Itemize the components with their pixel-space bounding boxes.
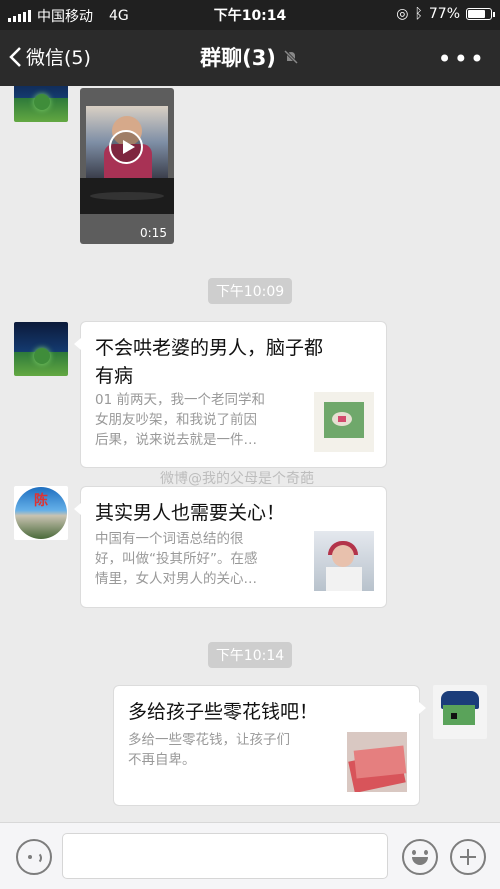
article-summary: 女朋友吵架，和我说了前因: [95, 412, 257, 428]
article-thumbnail: [314, 392, 374, 452]
voice-icon[interactable]: [16, 839, 52, 875]
emoji-icon[interactable]: [402, 839, 438, 875]
article-title: 多给孩子些零花钱吧！: [128, 701, 319, 723]
nav-bar: 微信(5) 群聊(3) •••: [0, 30, 500, 86]
article-card[interactable]: 其实男人也需要关心！ 中国有一个词语总结的很 好，叫做“投其所好”。在感 情里，…: [74, 487, 386, 607]
timestamp: 下午10:14: [207, 642, 293, 668]
battery-icon: [466, 8, 495, 20]
article-summary: 情里，女人对男人的关心…: [95, 571, 257, 587]
message-input[interactable]: [62, 833, 388, 879]
watermark: 微博@我的父母是个奇葩: [160, 471, 314, 487]
avatar[interactable]: [14, 86, 68, 122]
avatar[interactable]: [14, 322, 68, 376]
more-button[interactable]: •••: [438, 45, 486, 73]
article-summary: 01 前两天，我一个老同学和: [95, 392, 265, 408]
lock-rotation-icon: ◎: [396, 6, 409, 22]
article-title: 有病: [95, 365, 134, 387]
plus-icon[interactable]: [450, 839, 486, 875]
article-title: 不会哄老婆的男人，脑子都: [95, 337, 324, 359]
article-summary: 不再自卑。: [128, 752, 196, 768]
avatar[interactable]: 陈: [14, 486, 68, 540]
article-summary: 中国有一个词语总结的很: [95, 531, 244, 547]
timestamp: 下午10:09: [207, 278, 293, 304]
article-thumbnail: [314, 531, 374, 591]
bluetooth-icon: ᛒ: [414, 6, 423, 22]
mute-bell-icon: [283, 49, 298, 65]
chat-area[interactable]: 0:15 下午10:09 不会哄老婆的男人，脑子都 有病 01 前两天，我一个老…: [0, 86, 500, 822]
article-title: 其实男人也需要关心！: [95, 502, 286, 524]
battery-fill: [468, 10, 485, 18]
battery-percent: 77%: [428, 6, 460, 22]
input-bar: [0, 822, 500, 889]
article-summary: 好，叫做“投其所好”。在感: [95, 551, 258, 567]
article-card[interactable]: 不会哄老婆的男人，脑子都 有病 01 前两天，我一个老同学和 女朋友吵架，和我说…: [74, 322, 386, 467]
video-message[interactable]: 0:15: [80, 88, 174, 244]
article-card[interactable]: 多给孩子些零花钱吧！ 多给一些零花钱，让孩子们 不再自卑。: [114, 686, 426, 805]
status-bar: 中国移动 4G 下午10:14 ◎ ᛒ 77%: [0, 0, 500, 30]
article-summary: 多给一些零花钱，让孩子们: [128, 732, 290, 748]
article-summary: 后果，说来说去就是一件…: [95, 432, 257, 448]
play-icon[interactable]: [109, 130, 143, 164]
article-thumbnail: [347, 732, 407, 792]
chat-title: 群聊(3): [200, 46, 276, 70]
avatar-char: 陈: [34, 493, 48, 509]
avatar[interactable]: [433, 685, 487, 739]
video-duration: 0:15: [140, 226, 167, 240]
